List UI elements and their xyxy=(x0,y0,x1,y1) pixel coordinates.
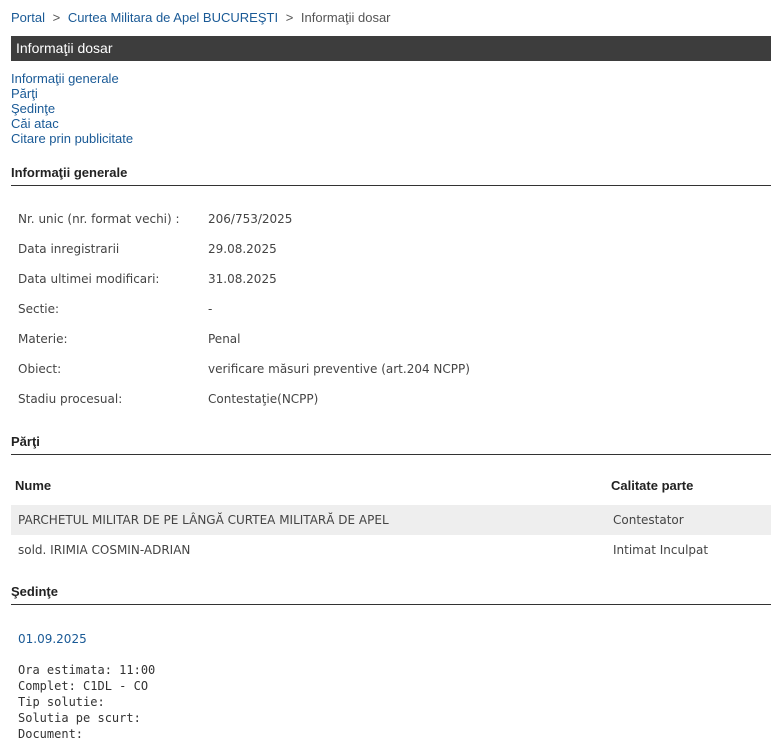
nav-link-general-info[interactable]: Informaţii generale xyxy=(11,71,133,86)
breadcrumb-current: Informaţii dosar xyxy=(300,10,391,25)
section-heading-sessions: Şedinţe xyxy=(11,584,771,605)
info-value: 31.08.2025 xyxy=(208,272,277,286)
session-date: 01.09.2025 xyxy=(18,632,87,646)
session-solution-type: Tip solutie: xyxy=(18,695,105,709)
info-row-section: Sectie: - xyxy=(18,302,470,332)
column-header-role: Calitate parte xyxy=(611,478,694,493)
info-value: 206/753/2025 xyxy=(208,212,293,226)
session-estimated-time: Ora estimata: 11:00 xyxy=(18,663,156,677)
info-value: - xyxy=(208,302,213,316)
table-row: sold. IRIMIA COSMIN-ADRIAN Intimat Incul… xyxy=(11,535,771,565)
info-label: Sectie: xyxy=(18,302,60,316)
info-label: Nr. unic (nr. format vechi) : xyxy=(18,212,180,226)
general-info-table: Nr. unic (nr. format vechi) : 206/753/20… xyxy=(18,212,470,422)
info-row-last-modified: Data ultimei modificari: 31.08.2025 xyxy=(18,272,470,302)
party-name: sold. IRIMIA COSMIN-ADRIAN xyxy=(18,543,191,557)
info-label: Obiect: xyxy=(18,362,62,376)
nav-link-sessions[interactable]: Şedinţe xyxy=(11,101,133,116)
party-role: Contestator xyxy=(613,513,684,527)
info-row-case-number: Nr. unic (nr. format vechi) : 206/753/20… xyxy=(18,212,470,242)
column-header-name: Nume xyxy=(15,478,52,493)
breadcrumb-portal-link[interactable]: Portal xyxy=(11,10,45,25)
info-label: Data inregistrarii xyxy=(18,242,120,256)
breadcrumb-court-link[interactable]: Curtea Militara de Apel BUCUREŞTI xyxy=(68,10,278,25)
info-value: Penal xyxy=(208,332,241,346)
breadcrumb: Portal > Curtea Militara de Apel BUCUREŞ… xyxy=(11,10,391,25)
session-document: Document: xyxy=(18,727,84,741)
table-row: PARCHETUL MILITAR DE PE LÂNGĂ CURTEA MIL… xyxy=(11,505,771,535)
session-solution-summary: Solutia pe scurt: xyxy=(18,711,141,725)
info-value: verificare măsuri preventive (art.204 NC… xyxy=(208,362,470,376)
breadcrumb-separator: > xyxy=(285,10,294,25)
party-role: Intimat Inculpat xyxy=(613,543,709,557)
info-row-registration-date: Data inregistrarii 29.08.2025 xyxy=(18,242,470,272)
section-heading-general-info: Informaţii generale xyxy=(11,165,771,186)
session-details: Ora estimata: 11:00 Complet: C1DL - CO T… xyxy=(18,662,155,742)
nav-link-public-citation[interactable]: Citare prin publicitate xyxy=(11,131,133,146)
info-label: Stadiu procesual: xyxy=(18,392,123,406)
parties-table-header: Nume Calitate parte xyxy=(11,478,771,502)
info-label: Materie: xyxy=(18,332,68,346)
info-value: 29.08.2025 xyxy=(208,242,277,256)
session-panel: Complet: C1DL - CO xyxy=(18,679,149,693)
section-heading-parties: Părţi xyxy=(11,434,771,455)
nav-link-appeals[interactable]: Căi atac xyxy=(11,116,133,131)
info-row-object: Obiect: verificare măsuri preventive (ar… xyxy=(18,362,470,392)
info-value: Contestaţie(NCPP) xyxy=(208,392,319,406)
party-name: PARCHETUL MILITAR DE PE LÂNGĂ CURTEA MIL… xyxy=(18,513,389,527)
page-title: Informaţii dosar xyxy=(11,36,771,61)
info-label: Data ultimei modificari: xyxy=(18,272,160,286)
breadcrumb-separator: > xyxy=(52,10,61,25)
info-row-procedural-stage: Stadiu procesual: Contestaţie(NCPP) xyxy=(18,392,470,422)
nav-link-parties[interactable]: Părţi xyxy=(11,86,133,101)
section-nav: Informaţii generale Părţi Şedinţe Căi at… xyxy=(11,71,133,146)
info-row-matter: Materie: Penal xyxy=(18,332,470,362)
